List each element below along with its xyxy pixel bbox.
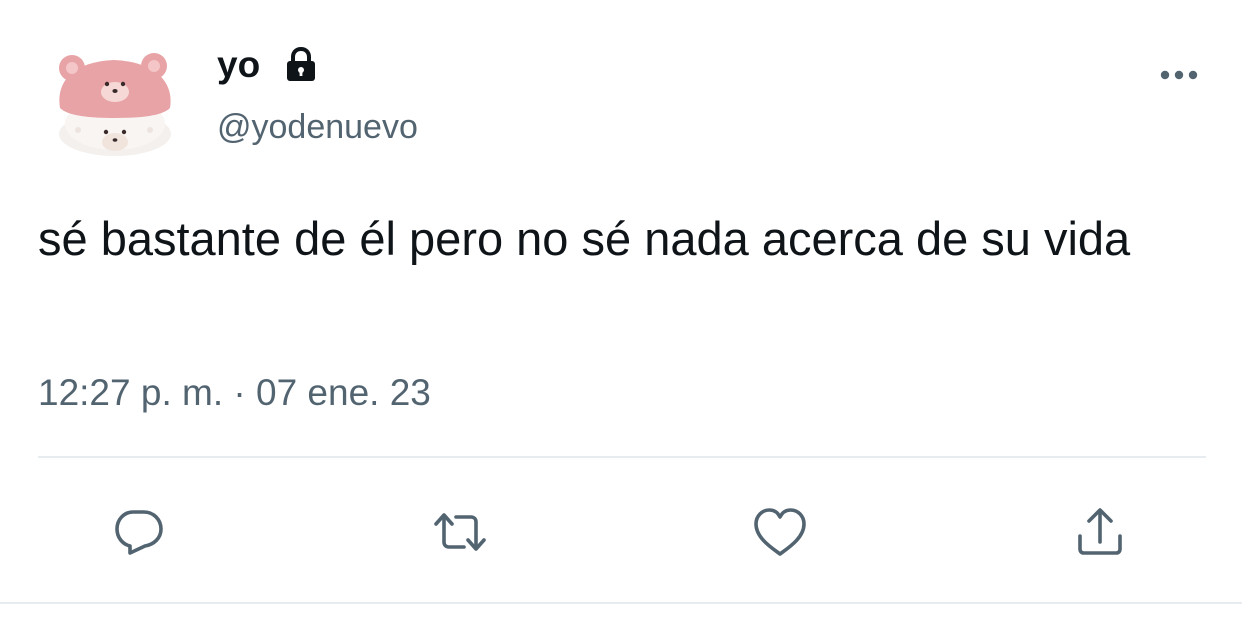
reply-icon [115, 510, 163, 555]
retweet-icon [434, 513, 486, 551]
retweet-button[interactable] [430, 502, 490, 562]
author-row[interactable]: yo [217, 42, 320, 88]
reply-button[interactable] [110, 502, 170, 562]
share-icon [1078, 508, 1122, 555]
more-icon[interactable] [1158, 62, 1200, 88]
tweet-time[interactable]: 12:27 p. m. [38, 372, 223, 413]
heart-icon [754, 508, 806, 556]
tweet-date[interactable]: 07 ene. 23 [256, 372, 431, 413]
avatar[interactable] [50, 46, 180, 158]
lock-icon [287, 46, 316, 81]
meta-separator: · [233, 372, 246, 413]
divider [38, 456, 1206, 458]
username-handle[interactable]: @yodenuevo [217, 108, 418, 147]
tweet-card[interactable]: yo @yodenuevo sé bastante de él pero no … [0, 0, 1242, 621]
avatar-image [59, 53, 171, 156]
share-button[interactable] [1070, 502, 1130, 562]
tweet-timestamp[interactable]: 12:27 p. m. · 07 ene. 23 [38, 372, 431, 414]
display-name[interactable]: yo [217, 44, 260, 86]
tweet-text: sé bastante de él pero no sé nada acerca… [38, 212, 1131, 265]
like-button[interactable] [750, 502, 810, 562]
bottom-divider [0, 602, 1242, 604]
